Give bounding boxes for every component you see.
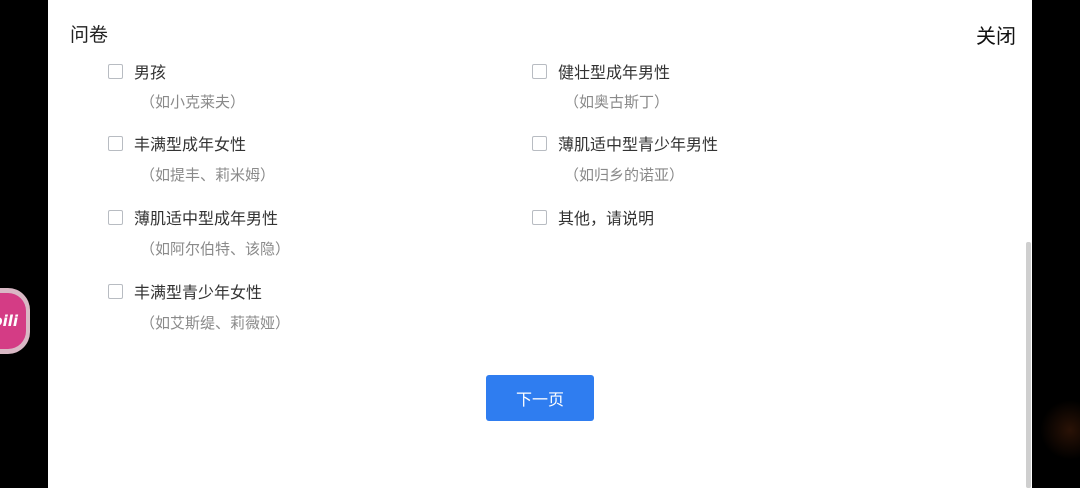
checkbox[interactable] [532,209,547,225]
option-example: （如小克莱夫） [140,93,246,111]
option-label: 丰满型成年女性 [134,135,247,154]
checkbox[interactable] [532,63,547,79]
checkbox[interactable] [108,63,123,79]
page-title: 问卷 [70,24,109,46]
option-lean-adult-male[interactable]: 薄肌适中型成年男性 [108,205,278,229]
option-curvy-adult-female[interactable]: 丰满型成年女性 [108,131,246,155]
option-example: （如阿尔伯特、该隐） [140,240,291,258]
checkbox[interactable] [108,209,123,225]
option-example: （如提丰、莉米姆） [140,166,276,184]
option-curvy-teen-female[interactable]: 丰满型青少年女性 [108,279,262,303]
floating-app-button[interactable]: bili [0,288,30,354]
app-label: bili [0,312,18,330]
survey-panel: 问卷 关闭 男孩 （如小克莱夫） 丰满型成年女性 （如提丰、莉米姆） 薄肌适中型… [48,0,1032,488]
option-other[interactable]: 其他，请说明 [532,205,654,229]
option-muscular-adult-male[interactable]: 健壮型成年男性 [532,59,670,83]
option-example: （如归乡的诺亚） [564,166,685,184]
option-example: （如奥古斯丁） [564,93,670,111]
option-label: 丰满型青少年女性 [134,283,263,302]
option-label: 薄肌适中型青少年男性 [558,135,719,154]
next-page-button[interactable]: 下一页 [486,375,594,421]
checkbox[interactable] [108,283,123,299]
option-boy[interactable]: 男孩 [108,59,166,83]
option-example: （如艾斯缇、莉薇娅） [140,314,291,332]
checkbox[interactable] [532,135,547,151]
bilibili-icon: bili [0,293,26,349]
option-label: 薄肌适中型成年男性 [134,209,279,228]
option-label: 男孩 [134,63,167,82]
checkbox[interactable] [108,135,123,151]
option-label: 健壮型成年男性 [558,63,671,82]
option-label: 其他，请说明 [558,209,655,228]
close-button[interactable]: 关闭 [976,20,1016,49]
scrollbar[interactable] [1026,242,1031,488]
background-glow [1040,400,1080,460]
option-lean-teen-male[interactable]: 薄肌适中型青少年男性 [532,131,718,155]
